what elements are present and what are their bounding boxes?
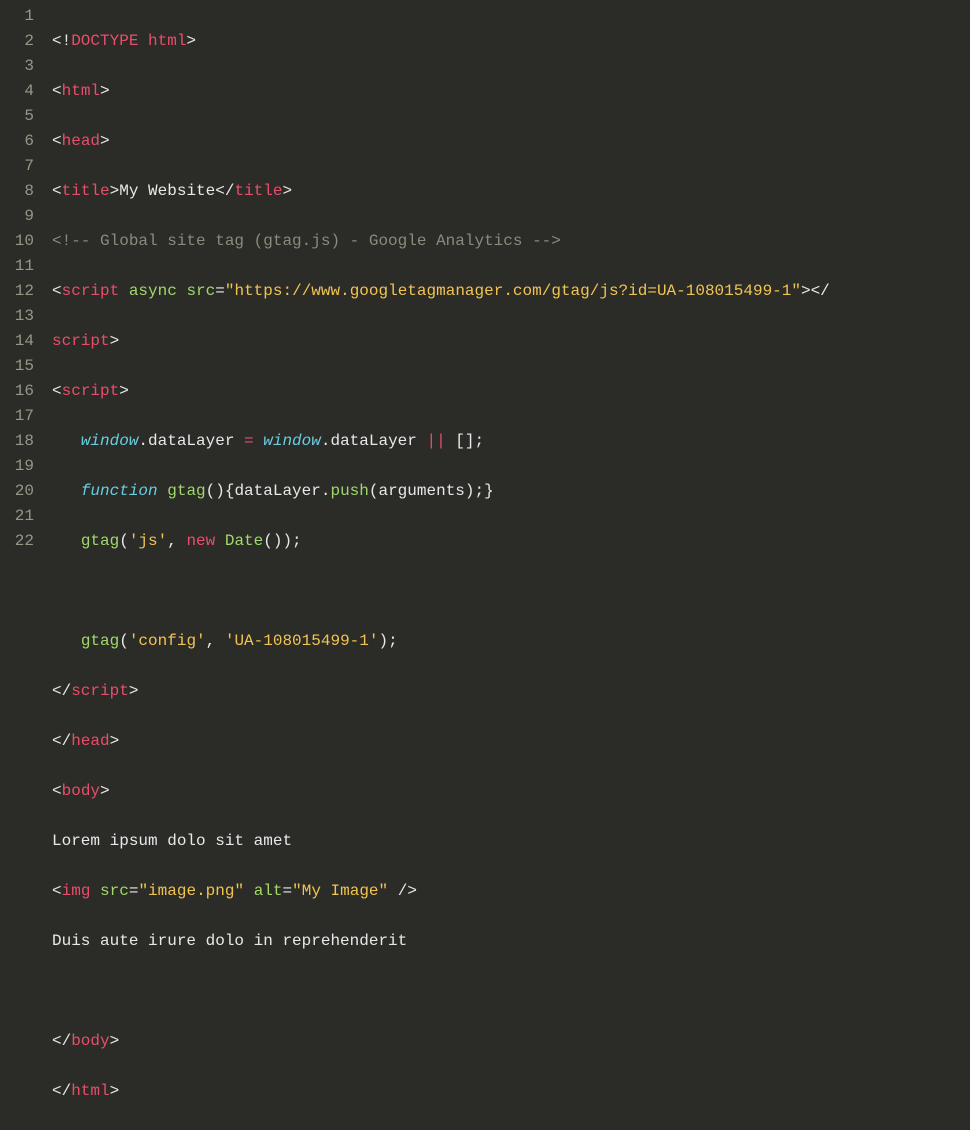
code-line[interactable]: </head> — [52, 729, 970, 754]
line-number: 12 — [0, 279, 34, 304]
line-number: 17 — [0, 404, 34, 429]
line-number: 21 — [0, 504, 34, 529]
code-line[interactable]: function gtag(){dataLayer.push(arguments… — [52, 479, 970, 504]
code-line[interactable]: gtag('js', new Date()); — [52, 529, 970, 554]
code-line[interactable] — [52, 979, 970, 1004]
code-line[interactable]: <!DOCTYPE html> — [52, 29, 970, 54]
code-area[interactable]: <!DOCTYPE html> <html> <head> <title>My … — [46, 0, 970, 565]
code-editor[interactable]: 1 2 3 4 5 6 7 8 9 10 11 12 13 14 15 16 1… — [0, 0, 970, 565]
code-line[interactable]: <head> — [52, 129, 970, 154]
line-number: 18 — [0, 429, 34, 454]
line-number: 22 — [0, 529, 34, 554]
line-number-gutter: 1 2 3 4 5 6 7 8 9 10 11 12 13 14 15 16 1… — [0, 0, 46, 565]
line-number: 9 — [0, 204, 34, 229]
line-number: 13 — [0, 304, 34, 329]
code-line[interactable] — [52, 1129, 970, 1130]
code-line[interactable]: gtag('config', 'UA-108015499-1'); — [52, 629, 970, 654]
code-line[interactable]: </script> — [52, 679, 970, 704]
line-number: 19 — [0, 454, 34, 479]
code-line[interactable]: </body> — [52, 1029, 970, 1054]
line-number: 3 — [0, 54, 34, 79]
code-line[interactable]: <script async src="https://www.googletag… — [52, 279, 970, 304]
code-line[interactable]: Duis aute irure dolo in reprehenderit — [52, 929, 970, 954]
line-number: 10 — [0, 229, 34, 254]
code-line[interactable]: <img src="image.png" alt="My Image" /> — [52, 879, 970, 904]
line-number: 16 — [0, 379, 34, 404]
line-number: 7 — [0, 154, 34, 179]
line-number: 14 — [0, 329, 34, 354]
code-line[interactable]: <!-- Global site tag (gtag.js) - Google … — [52, 229, 970, 254]
code-line[interactable]: <body> — [52, 779, 970, 804]
code-line[interactable]: <title>My Website</title> — [52, 179, 970, 204]
code-line[interactable]: window.dataLayer = window.dataLayer || [… — [52, 429, 970, 454]
code-line-wrap[interactable]: script> — [52, 329, 970, 354]
code-line[interactable]: <script> — [52, 379, 970, 404]
line-number: 8 — [0, 179, 34, 204]
code-line[interactable]: <html> — [52, 79, 970, 104]
line-number: 5 — [0, 104, 34, 129]
line-number: 2 — [0, 29, 34, 54]
code-line[interactable]: Lorem ipsum dolo sit amet — [52, 829, 970, 854]
line-number: 4 — [0, 79, 34, 104]
line-number: 6 — [0, 129, 34, 154]
line-number: 15 — [0, 354, 34, 379]
line-number: 11 — [0, 254, 34, 279]
code-line[interactable] — [52, 579, 970, 604]
line-number: 1 — [0, 4, 34, 29]
line-number: 20 — [0, 479, 34, 504]
code-line[interactable]: </html> — [52, 1079, 970, 1104]
